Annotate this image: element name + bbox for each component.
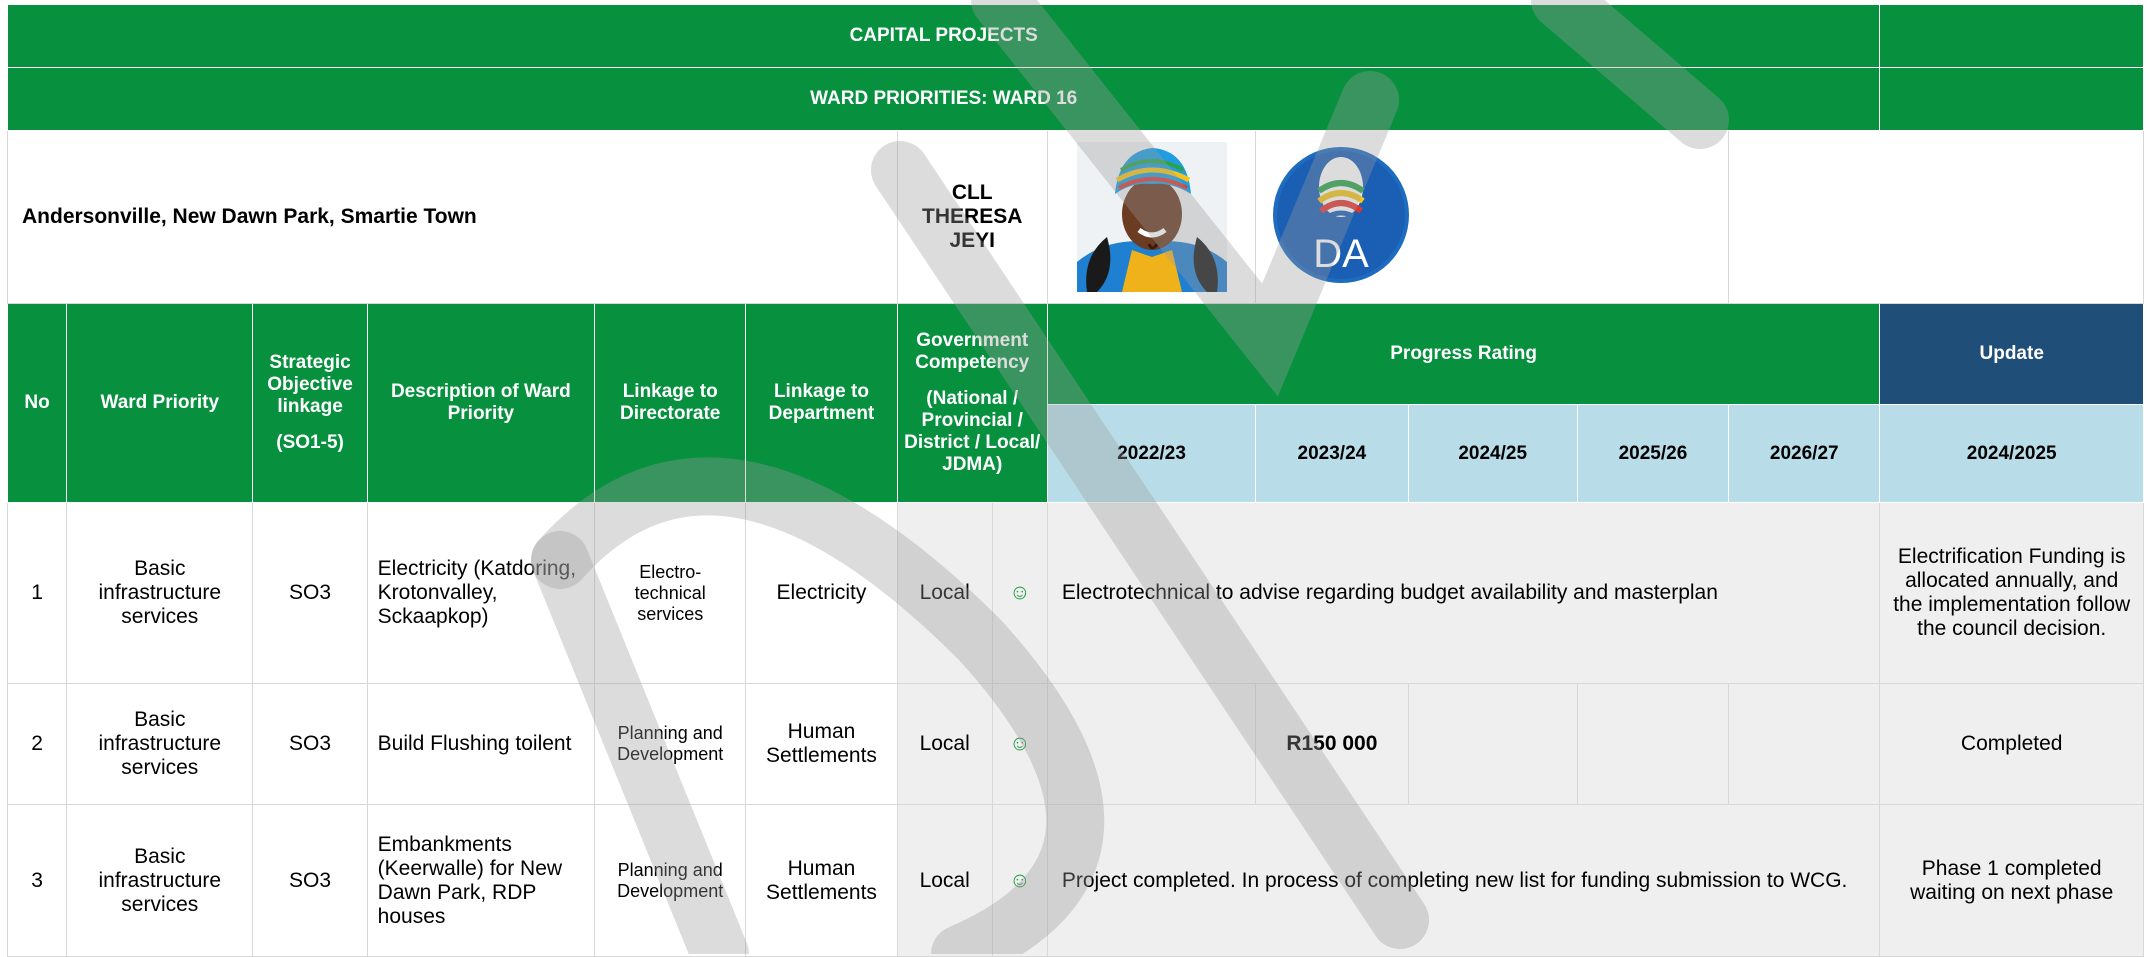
row-description: Build Flushing toilent [366, 683, 596, 805]
da-logo-text: DA [1313, 232, 1369, 276]
header-year: 2024/25 [1407, 404, 1578, 503]
row-description: Embankments (Keerwalle) for New Dawn Par… [366, 804, 596, 957]
row-priority: Basic infrastructure services [66, 683, 254, 805]
header-strategic-objective-range: (SO1-5) [276, 432, 344, 453]
row-description: Electricity (Katdoring, Krotonvalley, Sc… [366, 502, 596, 684]
row-department: Human Settlements [745, 804, 898, 957]
councillor-photo [1076, 142, 1227, 292]
row-no: 2 [6, 683, 68, 805]
row-directorate: Planning and Development [594, 683, 747, 805]
row-year-value [1407, 683, 1578, 805]
da-logo-icon: DA [1273, 146, 1410, 283]
table-row: 3 Basic infrastructure services SO3 Emba… [6, 804, 2144, 957]
row-competency: Local [896, 683, 993, 805]
smiley-icon: ☺ [991, 502, 1048, 684]
row-no: 3 [6, 804, 68, 957]
row-progress-text: Project completed. In process of complet… [1046, 804, 1881, 957]
row-so: SO3 [252, 683, 368, 805]
info-spacer [1728, 130, 2144, 304]
councillor-photo-cell [1046, 130, 1257, 304]
row-so: SO3 [252, 502, 368, 684]
row-year-value [1046, 683, 1257, 805]
smiley-icon: ☺ [991, 804, 1048, 957]
party-logo-cell: DA [1255, 130, 1730, 304]
row-competency: Local [896, 502, 993, 684]
row-update: Electrification Funding is allocated ann… [1879, 502, 2144, 684]
row-no: 1 [6, 502, 68, 684]
row-update: Phase 1 completed waiting on next phase [1879, 804, 2144, 957]
title-spacer [1879, 4, 2144, 68]
header-competency-label: Government Competency [915, 330, 1030, 373]
councillor-name: CLL THERESA JEYI [896, 130, 1048, 304]
header-competency-options: (National / Provincial / District / Loca… [904, 388, 1041, 475]
header-year: 2026/27 [1728, 404, 1881, 503]
header-description: Description of Ward Priority [366, 303, 596, 503]
header-directorate: Linkage to Directorate [594, 303, 747, 503]
header-no: No [6, 303, 68, 503]
header-strategic-objective: Strategic Objective linkage (SO1-5) [252, 303, 368, 503]
ward-subtitle: WARD PRIORITIES: WARD 16 [6, 67, 1881, 131]
row-department: Human Settlements [745, 683, 898, 805]
header-year: 2025/26 [1576, 404, 1730, 503]
table-title: CAPITAL PROJECTS [6, 4, 1881, 68]
row-so: SO3 [252, 804, 368, 957]
header-year: 2023/24 [1255, 404, 1409, 503]
header-competency: Government Competency (National / Provin… [896, 303, 1048, 503]
row-year-value: R150 000 [1255, 683, 1409, 805]
row-year-value [1728, 683, 1881, 805]
row-priority: Basic infrastructure services [66, 502, 254, 684]
header-strategic-objective-label: Strategic Objective linkage [267, 352, 353, 417]
capital-projects-table: CAPITAL PROJECTS WARD PRIORITIES: WARD 1… [6, 4, 2144, 957]
row-progress-text: Electrotechnical to advise regarding bud… [1046, 502, 1881, 684]
row-priority: Basic infrastructure services [66, 804, 254, 957]
table-row: 1 Basic infrastructure services SO3 Elec… [6, 502, 2144, 684]
row-department: Electricity [745, 502, 898, 684]
ward-areas: Andersonville, New Dawn Park, Smartie To… [7, 130, 898, 304]
header-ward-priority: Ward Priority [66, 303, 254, 503]
portrait-image [1076, 142, 1227, 292]
row-year-value [1576, 683, 1730, 805]
header-progress-rating: Progress Rating [1046, 303, 1881, 405]
row-directorate: Planning and Development [594, 804, 747, 957]
header-update-year: 2024/2025 [1879, 404, 2144, 503]
subtitle-spacer [1879, 67, 2144, 131]
header-update: Update [1879, 303, 2144, 405]
row-competency: Local [896, 804, 993, 957]
row-directorate: Electro-technical services [594, 502, 747, 684]
row-update: Completed [1879, 683, 2144, 805]
header-department: Linkage to Department [745, 303, 898, 503]
smiley-icon: ☺ [991, 683, 1048, 805]
table-row: 2 Basic infrastructure services SO3 Buil… [6, 683, 2144, 805]
header-year: 2022/23 [1046, 404, 1257, 503]
